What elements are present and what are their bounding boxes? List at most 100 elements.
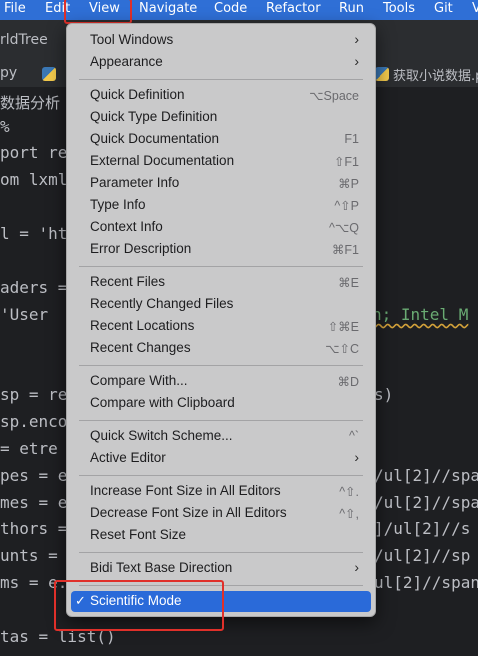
menu-item-label: Active Editor: [90, 450, 166, 465]
chevron-right-icon: ›: [354, 449, 359, 465]
shortcut-hint: ⇧F1: [333, 155, 359, 169]
code-line[interactable]: aders =: [0, 278, 67, 297]
code-line[interactable]: pes = e: [0, 466, 67, 485]
code-line-tail[interactable]: /ul[2]//spa: [374, 466, 478, 485]
code-line[interactable]: = etre: [0, 439, 58, 458]
code-line[interactable]: sp = re: [0, 385, 67, 404]
code-line-tail[interactable]: ul[2]//span: [374, 573, 478, 592]
project-name[interactable]: rldTree: [0, 32, 48, 48]
menu-item-label: External Documentation: [90, 153, 235, 168]
menu-item-compare-with-clipboard[interactable]: Compare with Clipboard: [71, 393, 371, 414]
menu-item-appearance[interactable]: Appearance ›: [71, 52, 371, 73]
menu-item-context-info[interactable]: Context Info ^⌥Q: [71, 217, 371, 238]
menu-item-quick-switch-scheme[interactable]: Quick Switch Scheme... ^`: [71, 426, 371, 447]
menu-item-recent-files[interactable]: Recent Files ⌘E: [71, 272, 371, 293]
menu-item-reset-font-size[interactable]: Reset Font Size: [71, 525, 371, 546]
menu-item-external-documentation[interactable]: External Documentation ⇧F1: [71, 151, 371, 172]
menu-item-label: Recent Changes: [90, 340, 191, 355]
highlight-scientific-mode: [54, 580, 224, 631]
menu-item-label: Recent Locations: [90, 318, 195, 333]
menu-item-label: Appearance: [90, 54, 163, 69]
menu-item-bidi-text-base-direction[interactable]: Bidi Text Base Direction ›: [71, 558, 371, 579]
shortcut-hint: ⌘E: [338, 276, 359, 290]
code-line[interactable]: thors =: [0, 519, 67, 538]
menu-v[interactable]: V: [472, 1, 478, 16]
shortcut-hint: ^⇧,: [339, 507, 359, 521]
python-file-icon: [375, 67, 389, 81]
breadcrumb-label[interactable]: 数据分析: [0, 92, 60, 113]
menu-item-label: Decrease Font Size in All Editors: [90, 505, 287, 520]
menu-item-quick-documentation[interactable]: Quick Documentation F1: [71, 129, 371, 150]
code-line-tail[interactable]: /ul[2]//sp: [374, 546, 470, 565]
menu-item-label: Recent Files: [90, 274, 166, 289]
menu-separator: [79, 552, 363, 553]
python-file-icon: [42, 67, 56, 81]
chevron-right-icon: ›: [354, 53, 359, 69]
menu-item-active-editor[interactable]: Active Editor ›: [71, 448, 371, 469]
menu-run[interactable]: Run: [339, 1, 364, 16]
menu-item-quick-definition[interactable]: Quick Definition ⌥Space: [71, 85, 371, 106]
code-line-tail[interactable]: s): [374, 385, 393, 404]
menu-item-label: Quick Type Definition: [90, 109, 218, 124]
shortcut-hint: ⌘D: [337, 375, 359, 389]
menu-separator: [79, 365, 363, 366]
menu-item-label: Compare With...: [90, 373, 188, 388]
menu-item-quick-type-definition[interactable]: Quick Type Definition: [71, 107, 371, 128]
menu-item-recent-locations[interactable]: Recent Locations ⇧⌘E: [71, 316, 371, 337]
shortcut-hint: ^⌥Q: [329, 221, 359, 235]
shortcut-hint: F1: [344, 132, 359, 146]
code-line[interactable]: %: [0, 117, 10, 136]
menu-item-label: Type Info: [90, 197, 146, 212]
menu-item-label: Reset Font Size: [90, 527, 187, 542]
shortcut-hint: ^⇧.: [339, 485, 359, 499]
menu-item-label: Bidi Text Base Direction: [90, 560, 233, 575]
menu-item-label: Quick Definition: [90, 87, 185, 102]
menu-item-tool-windows[interactable]: Tool Windows ›: [71, 30, 371, 51]
menu-item-label: Parameter Info: [90, 175, 180, 190]
view-menu-dropdown: Tool Windows › Appearance › Quick Definition…: [66, 23, 376, 617]
menu-separator: [79, 79, 363, 80]
menu-code[interactable]: Code: [214, 1, 247, 16]
menu-item-decrease-font-size-in-all-editors[interactable]: Decrease Font Size in All Editors ^⇧,: [71, 503, 371, 524]
code-line[interactable]: 'User: [0, 305, 48, 324]
menu-git[interactable]: Git: [434, 1, 453, 16]
code-line[interactable]: mes = e: [0, 493, 67, 512]
menu-item-parameter-info[interactable]: Parameter Info ⌘P: [71, 173, 371, 194]
menu-item-label: Quick Documentation: [90, 131, 220, 146]
menu-item-type-info[interactable]: Type Info ^⇧P: [71, 195, 371, 216]
code-line[interactable]: port re: [0, 143, 67, 162]
menu-item-label: Increase Font Size in All Editors: [90, 483, 281, 498]
shortcut-hint: ^`: [348, 429, 359, 443]
chevron-right-icon: ›: [354, 559, 359, 575]
menu-item-label: Tool Windows: [90, 32, 174, 47]
code-line[interactable]: l = 'ht: [0, 224, 67, 243]
menu-item-label: Recently Changed Files: [90, 296, 234, 311]
menu-item-error-description[interactable]: Error Description ⌘F1: [71, 239, 371, 260]
menu-item-label: Context Info: [90, 219, 163, 234]
menu-navigate[interactable]: Navigate: [139, 1, 197, 16]
menu-file[interactable]: File: [4, 1, 26, 16]
menu-item-label: Error Description: [90, 241, 192, 256]
menu-refactor[interactable]: Refactor: [266, 1, 321, 16]
menu-item-label: Quick Switch Scheme...: [90, 428, 233, 443]
shortcut-hint: ⇧⌘E: [327, 320, 359, 334]
highlight-view-menu: [64, 0, 132, 24]
shortcut-hint: ⌥Space: [309, 89, 359, 103]
code-line-tail[interactable]: /ul[2]//spa: [374, 493, 478, 512]
code-line[interactable]: sp.enco: [0, 412, 67, 431]
code-line-tail[interactable]: ]/ul[2]//s: [374, 519, 470, 538]
menu-item-recent-changes[interactable]: Recent Changes ⌥⇧C: [71, 338, 371, 359]
code-line[interactable]: unts =: [0, 546, 58, 565]
shortcut-hint: ⌘F1: [331, 243, 359, 257]
menu-separator: [79, 420, 363, 421]
code-line[interactable]: om lxml: [0, 170, 67, 189]
menu-item-increase-font-size-in-all-editors[interactable]: Increase Font Size in All Editors ^⇧.: [71, 481, 371, 502]
menu-tools[interactable]: Tools: [383, 1, 415, 16]
menu-item-compare-with[interactable]: Compare With... ⌘D: [71, 371, 371, 392]
menu-separator: [79, 475, 363, 476]
menu-item-recently-changed-files[interactable]: Recently Changed Files: [71, 294, 371, 315]
tab-file-2[interactable]: 获取小说数据.py: [393, 65, 478, 84]
code-line-tail[interactable]: h; Intel M: [372, 305, 468, 324]
tab-file-1[interactable]: py: [0, 65, 17, 81]
shortcut-hint: ⌥⇧C: [325, 342, 359, 356]
